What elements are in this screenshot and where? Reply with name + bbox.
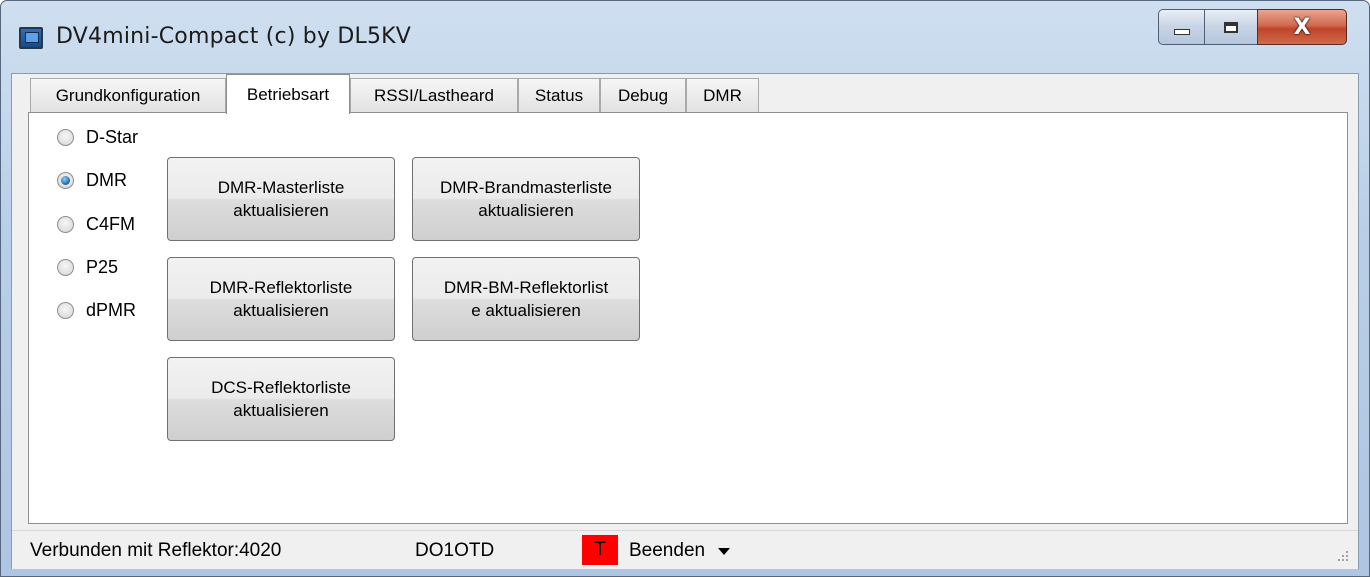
radio-label: DMR: [86, 170, 127, 190]
dmr-brandmasterliste-button[interactable]: DMR-Brandmasterliste aktualisieren: [412, 157, 640, 241]
radio-label: P25: [86, 257, 119, 277]
dmr-masterliste-button[interactable]: DMR-Masterliste aktualisieren: [167, 157, 395, 241]
radio-button-circle[interactable]: [57, 302, 74, 319]
connection-status: Verbunden mit Reflektor:4020: [30, 540, 282, 561]
radio-label: C4FM: [86, 214, 135, 234]
mode-radio-p25[interactable]: P25: [57, 257, 118, 278]
status-bar: Verbunden mit Reflektor:4020 DO1OTD T Be…: [12, 530, 1358, 569]
title-bar[interactable]: DV4mini-Compact (c) by DL5KV X: [1, 1, 1369, 71]
mode-radio-dmr[interactable]: DMR: [57, 170, 127, 191]
radio-button-circle[interactable]: [57, 216, 74, 233]
radio-label: D-Star: [86, 127, 139, 147]
radio-label: dPMR: [86, 300, 137, 320]
exit-dropdown-button[interactable]: Beenden: [629, 540, 731, 562]
maximize-button[interactable]: [1204, 9, 1258, 45]
tab-dmr[interactable]: DMR: [686, 78, 759, 112]
mode-radio-dpmr[interactable]: dPMR: [57, 300, 136, 321]
close-button[interactable]: X: [1257, 9, 1347, 45]
client-area: Grundkonfiguration Betriebsart RSSI/Last…: [11, 73, 1359, 569]
mode-radio-c4fm[interactable]: C4FM: [57, 214, 135, 235]
tab-status[interactable]: Status: [518, 78, 600, 112]
app-icon[interactable]: [19, 27, 43, 49]
dmr-reflektorliste-button[interactable]: DMR-Reflektorliste aktualisieren: [167, 257, 395, 341]
transmit-indicator: T: [582, 535, 618, 565]
exit-dropdown-label: Beenden: [629, 540, 706, 561]
minimize-button[interactable]: [1158, 9, 1205, 45]
maximize-icon: [1224, 21, 1238, 33]
tab-debug[interactable]: Debug: [600, 78, 686, 112]
radio-button-circle[interactable]: [57, 259, 74, 276]
radio-button-circle[interactable]: [57, 172, 74, 189]
tab-betriebsart[interactable]: Betriebsart: [226, 74, 350, 114]
tab-rssi-lastheard[interactable]: RSSI/Lastheard: [350, 78, 518, 112]
minimize-icon: [1173, 29, 1190, 35]
tab-grundkonfiguration[interactable]: Grundkonfiguration: [30, 78, 226, 112]
radio-button-circle[interactable]: [57, 129, 74, 146]
dmr-bm-reflektorliste-button[interactable]: DMR-BM-Reflektorlist e aktualisieren: [412, 257, 640, 341]
dcs-reflektorliste-button[interactable]: DCS-Reflektorliste aktualisieren: [167, 357, 395, 441]
callsign-label: DO1OTD: [415, 540, 495, 561]
resize-grip-icon[interactable]: [1336, 549, 1350, 563]
mode-radio-dstar[interactable]: D-Star: [57, 127, 138, 148]
close-icon: X: [1293, 14, 1311, 40]
chevron-down-icon: [718, 547, 731, 555]
window-title: DV4mini-Compact (c) by DL5KV: [56, 24, 412, 49]
app-window: DV4mini-Compact (c) by DL5KV X Grundkonf…: [0, 0, 1370, 577]
tab-page-betriebsart: D-Star DMR C4FM P25 dPMR DMR-Masterliste…: [28, 112, 1348, 524]
